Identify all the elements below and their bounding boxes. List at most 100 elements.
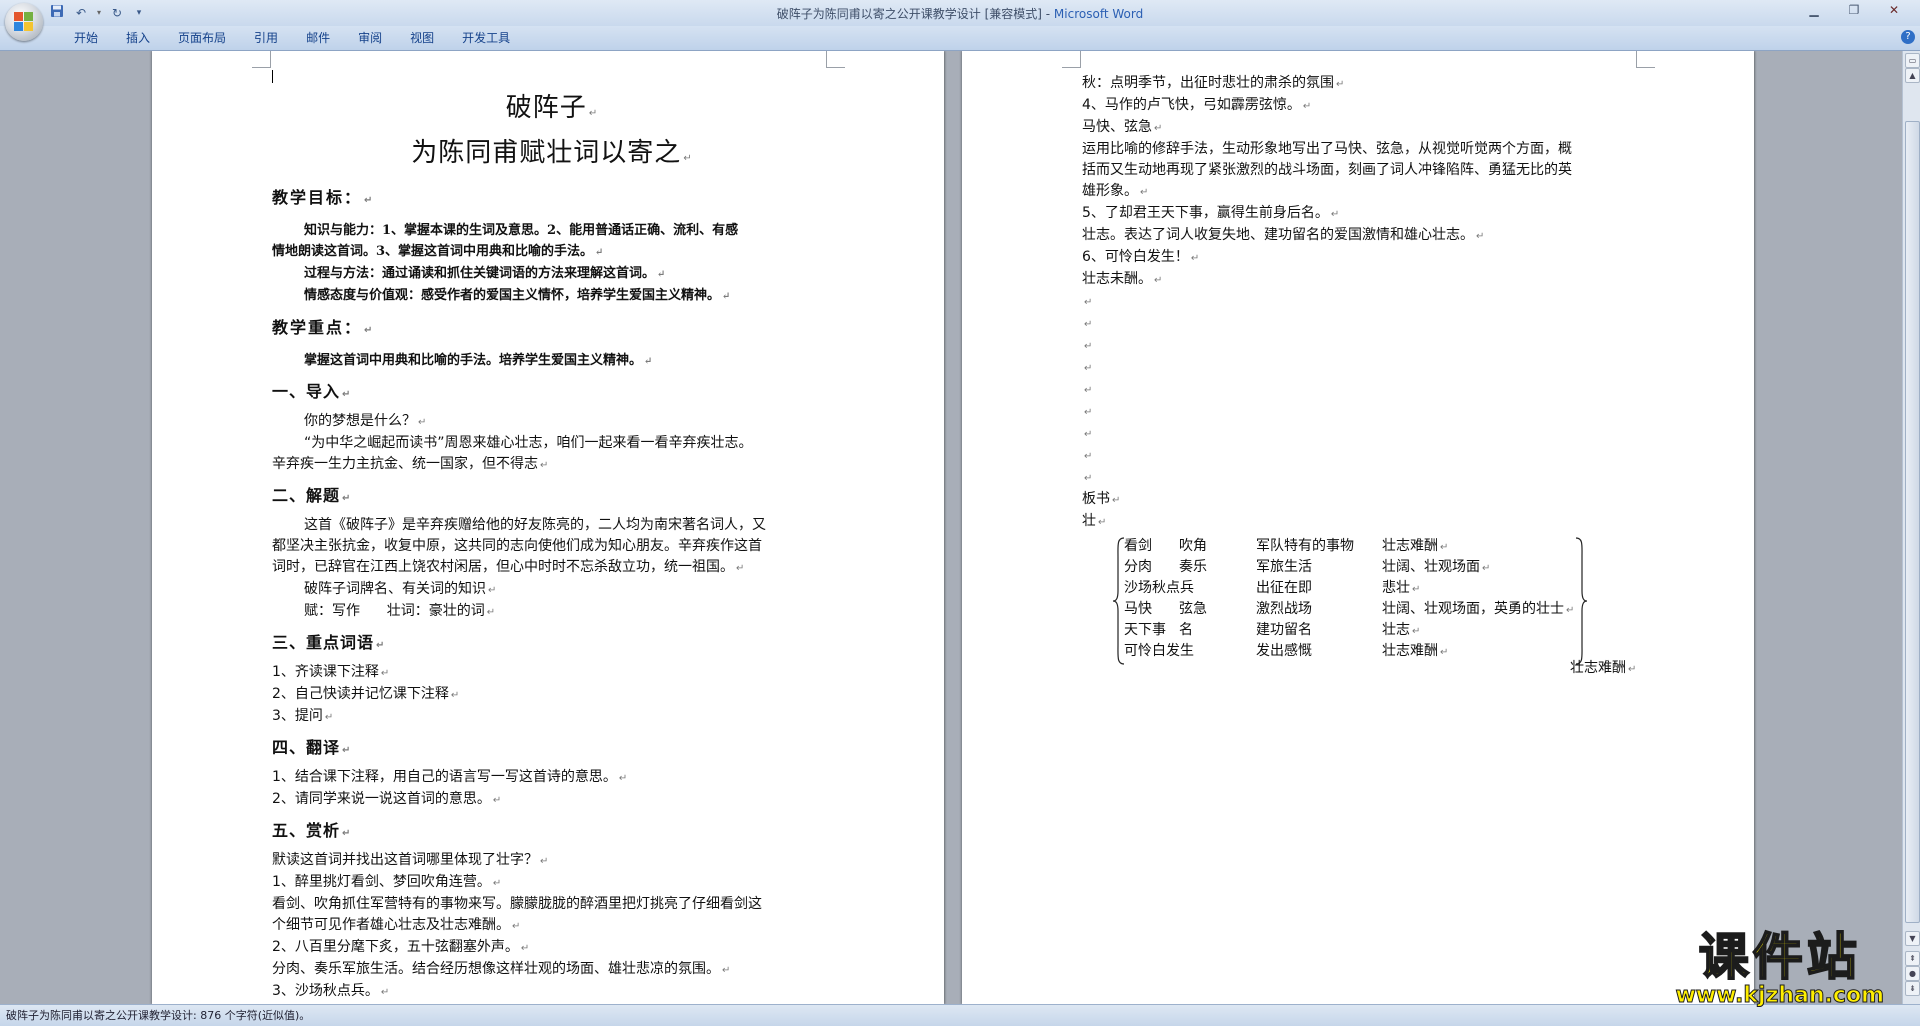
empty-paragraph: ↵ [1084, 473, 1093, 484]
empty-paragraph: ↵ [1084, 429, 1093, 440]
paragraph-line: 秋：点明季节，出征时悲壮的肃杀的氛围 ↵ [1082, 75, 1345, 91]
tab-page-layout[interactable]: 页面布局 [164, 30, 240, 46]
ribbon-tab-row: 开始 插入 页面布局 引用 邮件 审阅 视图 开发工具 ? [0, 26, 1920, 51]
paragraph-line: 2、八百里分麾下炙，五十弦翻塞外声。 ↵ [272, 939, 530, 955]
crop-mark [826, 51, 845, 68]
tab-developer[interactable]: 开发工具 [448, 30, 524, 46]
paragraph-line: 破阵子词牌名、有关词的知识 ↵ [304, 581, 497, 597]
paragraph-line: 4、马作的卢飞快，弓如霹雳弦惊。 ↵ [1082, 97, 1312, 113]
focus-heading: 教学重点： ↵ [272, 318, 375, 337]
doc-subtitle: 为陈同甫赋壮词以寄之 ↵ [411, 138, 693, 168]
list-item: 1、结合课下注释，用自己的语言写一写这首诗的意思。 ↵ [272, 769, 628, 785]
crop-mark [1062, 51, 1081, 68]
section-heading: 二、解题 ↵ [272, 486, 352, 505]
status-bar: 破阵子为陈同甫以寄之公开课教学设计: 876 个字符(近似值)。 [0, 1004, 1920, 1026]
window-title: 破阵子为陈同甫以寄之公开课教学设计 [兼容模式] - Microsoft Wor… [0, 5, 1920, 22]
paragraph-line: 辛弃疾一生力主抗金、统一国家，但不得志 ↵ [272, 456, 549, 472]
paragraph-line: 都坚决主张抗金，收复中原，这共同的志向使他们成为知心朋友。辛弃疾作这首 [272, 538, 762, 554]
paragraph-line: 运用比喻的修辞手法，生动形象地写出了马快、弦急，从视觉听觉两个方面，概 [1082, 141, 1572, 157]
paragraph-line: 壮志未酬。 ↵ [1082, 271, 1163, 287]
tab-mailings[interactable]: 邮件 [292, 30, 344, 46]
section-heading: 五、赏析 ↵ [272, 821, 352, 840]
list-item: 2、请同学来说一说这首词的意思。 ↵ [272, 791, 502, 807]
right-brace-icon [1575, 537, 1588, 665]
section-heading: 四、翻译 ↵ [272, 738, 352, 757]
paragraph-line: “为中华之崛起而读书”周恩来雄心壮志，咱们一起来看一看辛弃疾壮志。 [304, 435, 753, 451]
title-bar: ↶ ▾ ↻ ▾ 破阵子为陈同甫以寄之公开课教学设计 [兼容模式] - Micro… [0, 0, 1920, 26]
section-heading: 一、导入 ↵ [272, 382, 352, 401]
window-controls: ▁ ❐ ✕ [1794, 0, 1914, 20]
document-workspace: 破阵子 ↵ 为陈同甫赋壮词以寄之 ↵ 教学目标： ↵ 知识与能力：1、掌握本课的生词及… [0, 51, 1903, 1004]
focus-text: 掌握这首词中用典和比喻的手法。培养学生爱国主义精神。 ↵ [304, 353, 653, 368]
empty-paragraph: ↵ [1084, 363, 1093, 374]
paragraph-line: 1、醉里挑灯看剑、梦回吹角连营。 ↵ [272, 874, 502, 890]
paragraph-line: 壮志。表达了词人收复失地、建功留名的爱国激情和雄心壮志。 ↵ [1082, 227, 1485, 243]
scroll-down-icon[interactable]: ▼ [1905, 931, 1920, 946]
watermark-url: www.kjzhan.com [1675, 983, 1885, 1008]
paragraph-line: 你的梦想是什么？ ↵ [304, 413, 427, 429]
document-page-1[interactable]: 破阵子 ↵ 为陈同甫赋壮词以寄之 ↵ 教学目标： ↵ 知识与能力：1、掌握本课的生词及… [152, 51, 944, 1004]
minimize-button[interactable]: ▁ [1794, 0, 1834, 20]
ribbon-tabs: 开始 插入 页面布局 引用 邮件 审阅 视图 开发工具 [60, 30, 524, 46]
paragraph-line: 这首《破阵子》是辛弃疾赠给他的好友陈亮的，二人均为南宋著名词人，又 [304, 517, 766, 533]
board-diagram: 看剑 吹角 军队特有的事物 壮志难酬 ↵ 分肉 奏乐 军旅生活 壮阔、壮观场面 ↵ … [1082, 535, 1644, 676]
paragraph-line: 赋：写作 壮词：豪壮的词 ↵ [304, 603, 496, 619]
paragraph-line: 默读这首词并找出这首词哪里体现了壮字？ ↵ [272, 852, 549, 868]
cursor-line [272, 69, 832, 83]
office-button[interactable] [5, 3, 43, 41]
document-title: 破阵子为陈同甫以寄之公开课教学设计 [兼容模式] - [776, 7, 1054, 21]
paragraph-line: 词时，已辞官在江西上饶农村闲居，但心中时时不忘杀敌立功，统一祖国。 ↵ [272, 559, 745, 575]
page-2-text: 秋：点明季节，出征时悲壮的肃杀的氛围 ↵ 4、马作的卢飞快，弓如霹雳弦惊。 ↵ 马快… [1082, 73, 1644, 676]
paragraph-line: 6、可怜白发生！ ↵ [1082, 249, 1200, 265]
goal-line: 情感态度与价值观：感受作者的爱国主义情怀，培养学生爱国主义精神。 ↵ [304, 288, 731, 303]
maximize-button[interactable]: ❐ [1834, 0, 1874, 20]
paragraph-line: 雄形象。 ↵ [1082, 183, 1149, 199]
select-browse-object-icon[interactable]: ● [1905, 966, 1920, 981]
section-heading: 三、重点词语 ↵ [272, 633, 386, 652]
help-icon[interactable]: ? [1901, 30, 1915, 44]
empty-paragraph: ↵ [1084, 407, 1093, 418]
doc-title: 破阵子 ↵ [505, 93, 599, 123]
paragraph-line: 个细节可见作者雄心壮志及壮志难酬。 ↵ [272, 917, 521, 933]
next-page-icon[interactable]: ⇟ [1905, 981, 1920, 996]
scrollbar-thumb[interactable] [1905, 121, 1920, 923]
vertical-scrollbar[interactable]: ▭ ▲ ▼ ⇞ ● ⇟ [1902, 51, 1920, 1004]
empty-paragraph: ↵ [1084, 451, 1093, 462]
crop-mark [1636, 51, 1655, 68]
tab-references[interactable]: 引用 [240, 30, 292, 46]
scroll-up-icon[interactable]: ▲ [1905, 68, 1920, 83]
paragraph-line: 5、了却君王天下事，赢得生前身后名。 ↵ [1082, 205, 1340, 221]
watermark-main: 课件站 [1698, 928, 1861, 986]
close-button[interactable]: ✕ [1874, 0, 1914, 20]
paragraph-line: 括而又生动地再现了紧张激烈的战斗场面，刻画了词人冲锋陷阵、勇猛无比的英 [1082, 162, 1572, 178]
tab-home[interactable]: 开始 [60, 30, 112, 46]
board-title: 板书 ↵ [1082, 491, 1121, 507]
watermark-logo: 课件站 www.kjzhan.com [1675, 928, 1885, 1008]
status-word-count[interactable]: 破阵子为陈同甫以寄之公开课教学设计: 876 个字符(近似值)。 [6, 1005, 310, 1026]
list-item: 2、自己快读并记忆课下注释 ↵ [272, 686, 460, 702]
empty-paragraph: ↵ [1084, 319, 1093, 330]
crop-mark [252, 51, 271, 68]
office-logo-icon [14, 12, 34, 32]
paragraph-line: 分肉、奏乐军旅生活。结合经历想像这样壮观的场面、雄壮悲凉的氛围。 ↵ [272, 961, 731, 977]
paragraph-line: 马快、弦急 ↵ [1082, 119, 1163, 135]
paragraph-line: 看剑、吹角抓住军营特有的事物来写。朦朦胧胧的醉酒里把灯挑亮了仔细看剑这 [272, 896, 762, 912]
list-item: 1、齐读课下注释 ↵ [272, 664, 390, 680]
goal-line: 知识与能力：1、掌握本课的生词及意思。2、能用普通话正确、流利、有感 [304, 223, 739, 238]
tab-view[interactable]: 视图 [396, 30, 448, 46]
tab-insert[interactable]: 插入 [112, 30, 164, 46]
ruler-toggle-icon[interactable]: ▭ [1905, 53, 1920, 68]
list-item: 3、提问 ↵ [272, 708, 334, 724]
board-summary: 壮志难酬 ↵ [1570, 660, 1637, 676]
tab-review[interactable]: 审阅 [344, 30, 396, 46]
document-page-2[interactable]: 秋：点明季节，出征时悲壮的肃杀的氛围 ↵ 4、马作的卢飞快，弓如霹雳弦惊。 ↵ 马快… [962, 51, 1754, 1004]
goal-line: 情地朗读这首词。3、掌握这首词中用典和比喻的手法。 ↵ [272, 244, 604, 259]
previous-page-icon[interactable]: ⇞ [1905, 951, 1920, 966]
empty-paragraph: ↵ [1084, 385, 1093, 396]
paragraph-line: 3、沙场秋点兵。 ↵ [272, 983, 390, 999]
board-char: 壮 ↵ [1082, 513, 1107, 529]
empty-paragraph: ↵ [1084, 341, 1093, 352]
page-1-text: 破阵子 ↵ 为陈同甫赋壮词以寄之 ↵ 教学目标： ↵ 知识与能力：1、掌握本课的生词及… [272, 69, 832, 1003]
empty-paragraph: ↵ [1084, 297, 1093, 308]
app-name: Microsoft Word [1053, 7, 1144, 21]
